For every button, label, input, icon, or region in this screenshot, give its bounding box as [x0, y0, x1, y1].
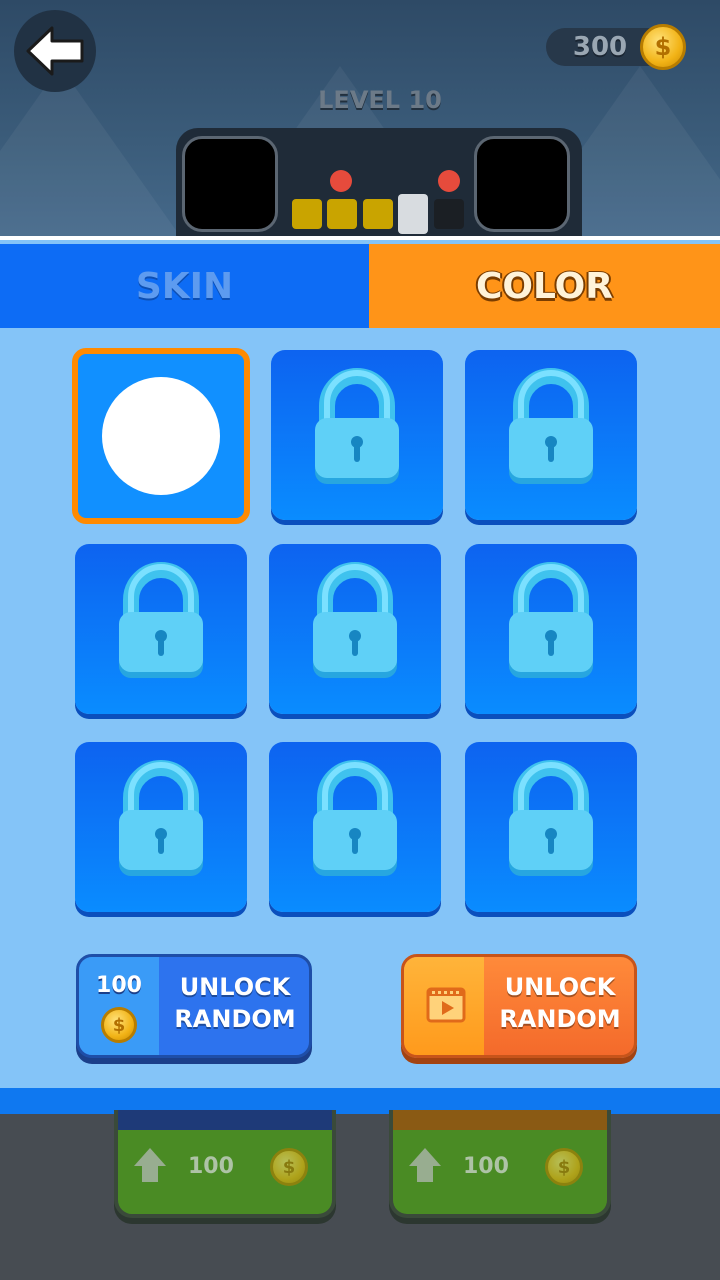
skull-icon: [438, 170, 460, 192]
upgrade-card: 100 $: [114, 1110, 336, 1218]
white-color-swatch: [102, 377, 220, 495]
padlock-icon: [119, 562, 203, 678]
tab-color[interactable]: COLOR: [369, 244, 720, 328]
unlock-random-label: UNLOCK RANDOM: [486, 971, 634, 1035]
coin-icon: $: [101, 1007, 137, 1043]
unlock-random-coins-button[interactable]: 100 $ UNLOCK RANDOM: [76, 954, 312, 1058]
color-item-locked[interactable]: [75, 742, 247, 912]
color-item-locked[interactable]: [271, 350, 443, 520]
unlock-random-ad-button[interactable]: UNLOCK RANDOM: [401, 954, 637, 1058]
dimmed-background: [0, 1114, 720, 1280]
coin-icon: $: [640, 24, 686, 70]
color-item-selected[interactable]: [72, 348, 250, 524]
upgrade-card-header: [118, 1110, 332, 1130]
upgrade-arrow-stem: [142, 1166, 158, 1182]
preview-right: [474, 136, 570, 232]
tab-skin-label: SKIN: [135, 265, 234, 307]
level-label: LEVEL 10: [318, 86, 442, 114]
coin-symbol: $: [282, 1156, 296, 1178]
tab-skin[interactable]: SKIN: [0, 244, 369, 328]
progress-segment-filled: [292, 199, 322, 229]
unlock-price: 100: [96, 973, 142, 998]
unlock-random-label: UNLOCK RANDOM: [161, 971, 309, 1035]
coin-icon: $: [270, 1148, 308, 1186]
color-item-locked[interactable]: [75, 544, 247, 714]
label-line: RANDOM: [174, 1005, 296, 1033]
upgrade-arrow-stem: [417, 1166, 433, 1182]
video-ad-icon: [426, 987, 466, 1023]
padlock-icon: [119, 760, 203, 876]
progress-segment-filled: [327, 199, 357, 229]
coin-count: 300: [572, 32, 628, 62]
padlock-icon: [509, 368, 593, 484]
color-item-locked[interactable]: [269, 742, 441, 912]
label-line: RANDOM: [499, 1005, 621, 1033]
progress-segment-empty: [434, 199, 464, 229]
back-arrow-icon: [26, 26, 84, 76]
upgrade-price: 100: [188, 1154, 234, 1179]
coin-symbol: $: [557, 1156, 571, 1178]
color-item-locked[interactable]: [465, 350, 637, 520]
progress-segment-filled: [363, 199, 393, 229]
skull-icon: [330, 170, 352, 192]
tab-color-label: COLOR: [475, 265, 613, 307]
label-line: UNLOCK: [179, 973, 291, 1001]
back-button[interactable]: [14, 10, 96, 92]
panel-bottom-strip: [0, 1088, 720, 1114]
upgrade-arrow-icon: [134, 1148, 166, 1166]
color-item-locked[interactable]: [269, 544, 441, 714]
padlock-icon: [509, 562, 593, 678]
coin-symbol: $: [112, 1014, 126, 1036]
upgrade-price: 100: [463, 1154, 509, 1179]
label-line: UNLOCK: [504, 973, 616, 1001]
preview-left: [182, 136, 278, 232]
upgrade-card: 100 $: [389, 1110, 611, 1218]
color-item-locked[interactable]: [465, 742, 637, 912]
padlock-icon: [315, 368, 399, 484]
coin-icon: $: [545, 1148, 583, 1186]
progress-segment-current: [398, 194, 428, 234]
upgrade-card-header: [393, 1110, 607, 1130]
coin-symbol: $: [654, 33, 672, 61]
padlock-icon: [509, 760, 593, 876]
color-item-locked[interactable]: [465, 544, 637, 714]
upgrade-arrow-icon: [409, 1148, 441, 1166]
padlock-icon: [313, 760, 397, 876]
padlock-icon: [313, 562, 397, 678]
